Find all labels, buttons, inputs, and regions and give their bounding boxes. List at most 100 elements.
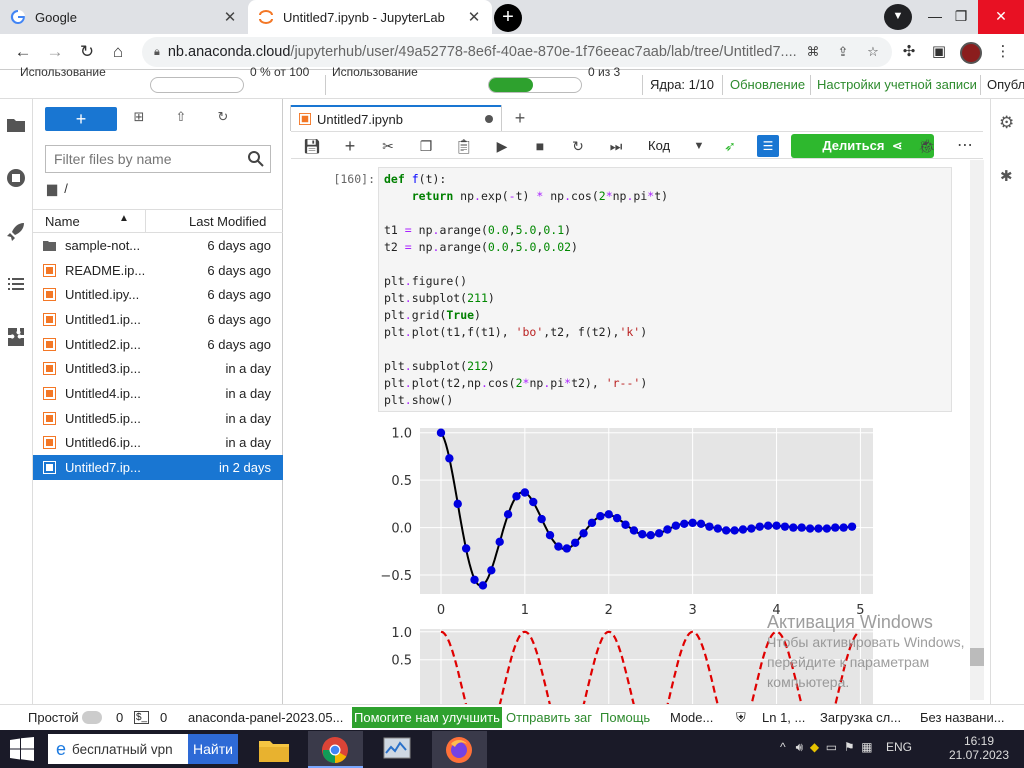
reload-icon[interactable]: ↻ bbox=[74, 40, 100, 64]
cut-icon[interactable]: ✂ bbox=[377, 135, 399, 157]
list-item-selected[interactable]: Untitled7.ip... in 2 days bbox=[33, 455, 283, 480]
share-button[interactable]: Делиться ⋖ bbox=[791, 134, 934, 158]
tab-notebook[interactable]: Untitled7.ipynb bbox=[291, 105, 501, 131]
insert-cell-icon[interactable]: + bbox=[339, 135, 361, 157]
list-item[interactable]: Untitled.ipy... 6 days ago bbox=[33, 282, 283, 307]
breadcrumb-root[interactable]: / bbox=[64, 181, 68, 196]
list-item[interactable]: Untitled1.ip... 6 days ago bbox=[33, 307, 283, 332]
cursor-position[interactable]: Ln 1, ... bbox=[762, 710, 805, 725]
taskbar-search-input[interactable]: e бесплатный vpn bbox=[48, 734, 188, 764]
sidepanel-icon[interactable]: ▣ bbox=[926, 40, 952, 64]
close-icon[interactable]: ✕ bbox=[222, 8, 238, 26]
speaker-icon[interactable]: 🔊︎ bbox=[796, 740, 804, 754]
simple-mode-toggle[interactable] bbox=[82, 711, 102, 724]
display-icon[interactable]: ▭ bbox=[826, 740, 837, 754]
send-feedback-link[interactable]: Отправить заг bbox=[506, 710, 592, 725]
add-tab-button[interactable]: + bbox=[509, 107, 531, 129]
copy-icon[interactable]: ❐ bbox=[415, 135, 437, 157]
extensions-icon[interactable]: ✣ bbox=[896, 40, 922, 64]
run-icon[interactable]: ▶ bbox=[491, 135, 513, 157]
data-point bbox=[629, 526, 639, 535]
notebook-icon bbox=[43, 461, 56, 475]
bug-icon[interactable]: ✱ bbox=[1000, 167, 1013, 185]
account-settings-link[interactable]: Настройки учетной записи bbox=[817, 77, 977, 95]
publish-link[interactable]: Опубл bbox=[987, 77, 1024, 95]
new-launcher-button[interactable]: + bbox=[45, 107, 117, 131]
x-tick-label: 3 bbox=[688, 603, 696, 618]
task-manager-app[interactable] bbox=[370, 731, 425, 768]
find-button[interactable]: Найти bbox=[188, 734, 238, 764]
chevron-up-icon[interactable]: ^ bbox=[780, 740, 786, 754]
folder-icon bbox=[43, 240, 56, 251]
puzzle-icon[interactable] bbox=[4, 325, 28, 349]
filter-input[interactable] bbox=[45, 145, 271, 173]
close-icon[interactable]: ✕ bbox=[466, 8, 482, 26]
list-item[interactable]: README.ip... 6 days ago bbox=[33, 258, 283, 283]
back-arrow-icon[interactable]: ← bbox=[10, 40, 36, 64]
list-item[interactable]: Untitled3.ip... in a day bbox=[33, 357, 283, 382]
mode-indicator[interactable]: Mode... bbox=[670, 710, 713, 725]
list-item[interactable]: Untitled6.ip... in a day bbox=[33, 431, 283, 456]
star-icon[interactable]: ☆ bbox=[862, 41, 884, 63]
rocket-icon[interactable]: ➶ bbox=[719, 135, 741, 157]
file-modified: 6 days ago bbox=[207, 311, 271, 327]
upload-icon[interactable]: ⇧ bbox=[170, 109, 192, 129]
list-item[interactable]: sample-not... 6 days ago bbox=[33, 233, 283, 258]
gear-icon[interactable]: ⚙ bbox=[999, 113, 1014, 133]
window-close-icon[interactable]: ✕ bbox=[978, 0, 1024, 34]
kernel-name[interactable]: anaconda-panel-2023.05... bbox=[188, 710, 343, 725]
notebook-icon bbox=[43, 312, 56, 326]
chevron-down-icon[interactable]: ▼ bbox=[884, 4, 912, 30]
file-explorer-app[interactable] bbox=[246, 731, 301, 768]
divider bbox=[980, 75, 981, 95]
chevron-down-icon[interactable]: ▼ bbox=[688, 135, 710, 157]
unsaved-dot-icon[interactable] bbox=[485, 115, 493, 123]
forward-arrow-icon[interactable]: → bbox=[42, 40, 68, 64]
data-point bbox=[805, 524, 815, 533]
paste-icon[interactable]: 📋︎ bbox=[453, 135, 475, 157]
bug-icon[interactable]: 🐞︎ bbox=[916, 135, 938, 157]
avatar[interactable] bbox=[960, 42, 982, 64]
list-item[interactable]: Untitled4.ip... in a day bbox=[33, 381, 283, 406]
network-icon[interactable]: ◆ bbox=[810, 740, 819, 754]
breadcrumb[interactable]: ▆ / bbox=[47, 181, 68, 197]
home-icon[interactable]: ⌂ bbox=[105, 40, 131, 64]
wifi-icon[interactable]: ▦ bbox=[861, 740, 872, 754]
list-item[interactable]: Untitled5.ip... in a day bbox=[33, 406, 283, 431]
new-folder-icon[interactable]: ⊞ bbox=[128, 109, 150, 129]
fast-forward-icon[interactable]: ⏭︎ bbox=[605, 135, 627, 157]
refresh-icon[interactable]: ↻ bbox=[212, 109, 234, 129]
save-icon[interactable]: 💾︎ bbox=[301, 135, 323, 157]
firefox-app[interactable] bbox=[432, 731, 487, 768]
restart-icon[interactable]: ↻ bbox=[567, 135, 589, 157]
settings-sliders-icon[interactable]: ☰ bbox=[757, 135, 779, 157]
code-cell-editor[interactable]: def f(t): return np.exp(-t) * np.cos(2*n… bbox=[378, 167, 952, 412]
windows-start-icon[interactable] bbox=[8, 737, 36, 761]
more-icon[interactable]: ⋯ bbox=[954, 135, 976, 157]
language-indicator[interactable]: ENG bbox=[886, 740, 912, 754]
chrome-app[interactable] bbox=[308, 731, 363, 768]
folder-icon[interactable] bbox=[4, 113, 28, 137]
tab-jupyterlab[interactable]: Untitled7.ipynb - JupyterLab ✕ bbox=[248, 0, 492, 34]
help-link[interactable]: Помощь bbox=[600, 710, 650, 725]
new-tab-button[interactable]: + bbox=[494, 4, 522, 32]
stop-icon[interactable]: ■ bbox=[529, 135, 551, 157]
data-point bbox=[780, 522, 790, 531]
tab-title: Untitled7.ipynb - JupyterLab bbox=[283, 9, 445, 25]
share-icon[interactable]: ⇪ bbox=[832, 41, 854, 63]
column-modified[interactable]: Last Modified bbox=[189, 214, 266, 229]
kebab-menu-icon[interactable]: ⋮ bbox=[990, 40, 1016, 64]
column-name[interactable]: Name bbox=[45, 214, 80, 229]
clock[interactable]: 16:19 21.07.2023 bbox=[944, 734, 1014, 762]
list-icon[interactable] bbox=[4, 272, 28, 296]
rocket-icon[interactable] bbox=[4, 219, 28, 243]
list-item[interactable]: Untitled2.ip... 6 days ago bbox=[33, 332, 283, 357]
feedback-link[interactable]: Помогите нам улучшить bbox=[352, 707, 502, 728]
stop-circle-icon[interactable] bbox=[4, 166, 28, 190]
update-link[interactable]: Обновление bbox=[730, 77, 805, 95]
url-field[interactable]: 🔒︎ nb.anaconda.cloud/jupyterhub/user/49a… bbox=[142, 37, 892, 67]
translate-icon[interactable]: ⌘ bbox=[802, 41, 824, 63]
flag-icon[interactable]: ⚑ bbox=[844, 740, 855, 754]
file-modified: 6 days ago bbox=[207, 336, 271, 352]
tab-google[interactable]: Google ✕ bbox=[0, 0, 248, 34]
